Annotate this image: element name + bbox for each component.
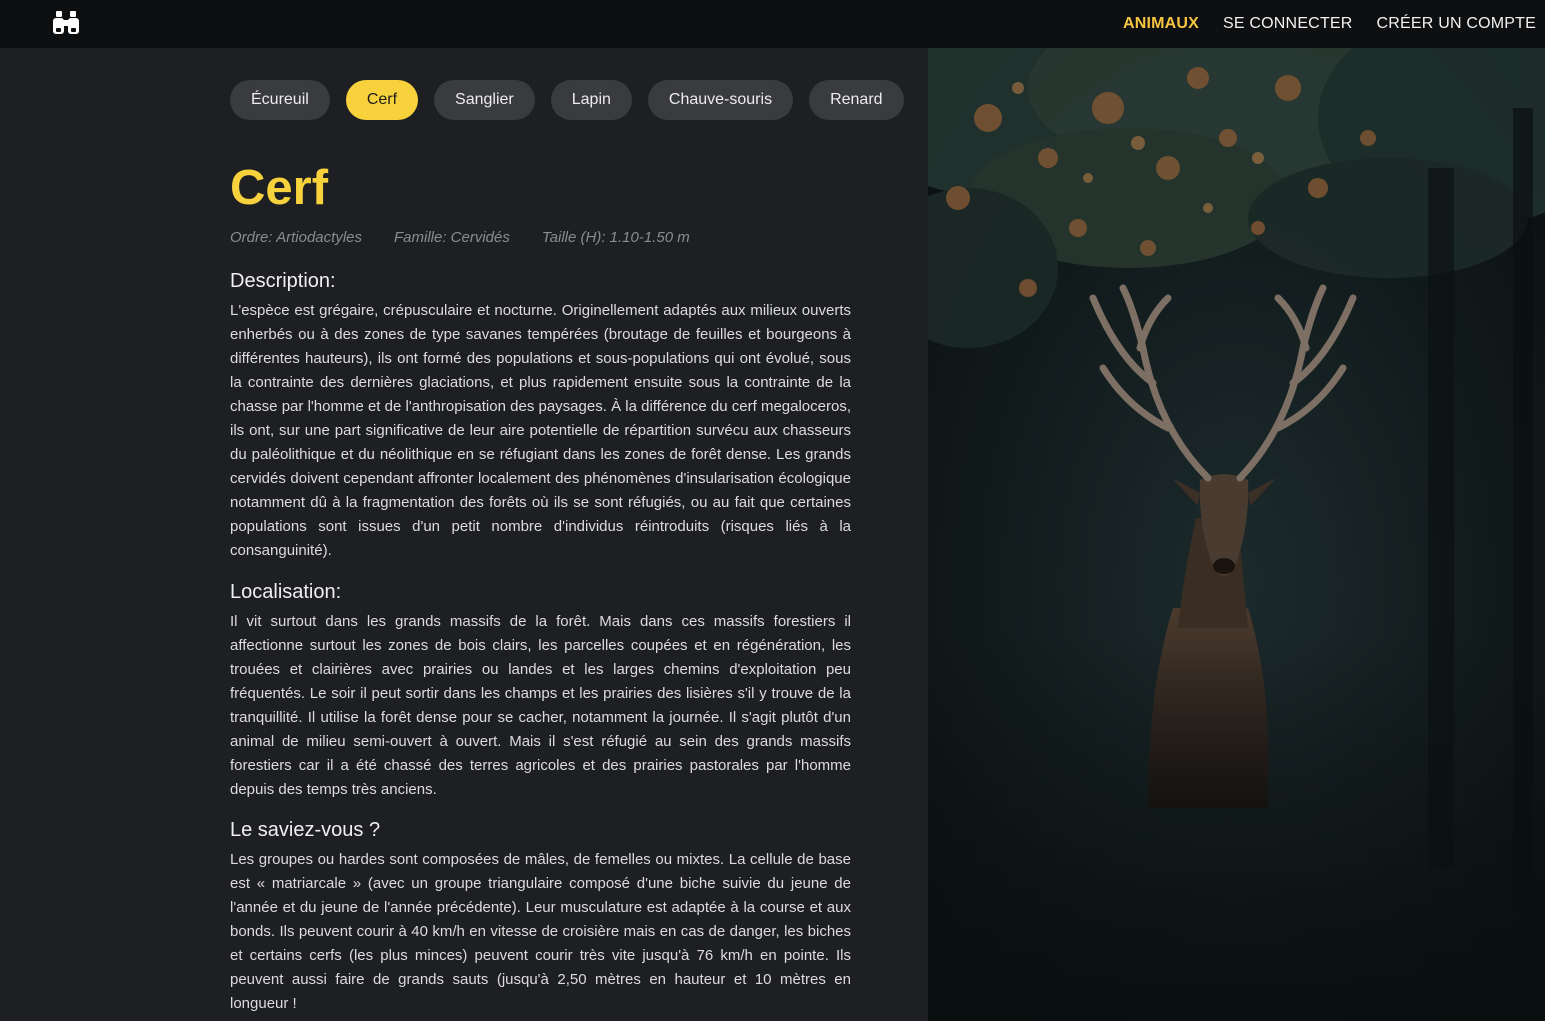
description-text: L'espèce est grégaire, crépusculaire et … <box>230 302 851 559</box>
meta-taille: Taille (H): 1.10-1.50 m <box>541 229 690 246</box>
tab-chauve-souris[interactable]: Chauve-souris <box>647 80 794 120</box>
saviez-vous-heading: Le saviez-vous ? <box>230 819 381 841</box>
animal-tabs: Écureuil Cerf Sanglier Lapin Chauve-sour… <box>230 80 904 120</box>
deer-photo <box>928 48 1545 1021</box>
localisation-heading: Localisation: <box>230 581 342 603</box>
top-navbar: ANIMAUX SE CONNECTER CRÉER UN COMPTE <box>0 0 1545 48</box>
tab-lapin[interactable]: Lapin <box>550 80 632 120</box>
nav-se-connecter[interactable]: SE CONNECTER <box>1223 15 1353 33</box>
page-title: Cerf <box>230 161 329 215</box>
tab-renard[interactable]: Renard <box>809 80 904 120</box>
main-nav: ANIMAUX SE CONNECTER CRÉER UN COMPTE <box>1123 0 1536 48</box>
tab-cerf[interactable]: Cerf <box>345 80 419 120</box>
nav-creer-compte[interactable]: CRÉER UN COMPTE <box>1377 15 1536 33</box>
tab-ecureuil[interactable]: Écureuil <box>230 80 330 120</box>
nav-animaux[interactable]: ANIMAUX <box>1123 15 1199 33</box>
description-heading: Description: <box>230 270 336 292</box>
saviez-vous-text: Les groupes ou hardes sont composées de … <box>230 851 851 1012</box>
localisation-text: Il vit surtout dans les grands massifs d… <box>230 613 851 798</box>
tab-sanglier[interactable]: Sanglier <box>434 80 535 120</box>
meta-famille: Famille: Cervidés <box>394 229 510 246</box>
saviez-vous-section: Le saviez-vous ? Les groupes ou hardes s… <box>230 819 851 1016</box>
description-section: Description: L'espèce est grégaire, crép… <box>230 270 851 563</box>
localisation-section: Localisation: Il vit surtout dans les gr… <box>230 581 851 802</box>
meta-ordre: Ordre: Artiodactyles <box>230 229 362 246</box>
binoculars-icon[interactable] <box>52 9 80 37</box>
animal-meta: Ordre: Artiodactyles Famille: Cervidés T… <box>230 229 690 246</box>
animal-content: Écureuil Cerf Sanglier Lapin Chauve-sour… <box>0 48 928 1021</box>
